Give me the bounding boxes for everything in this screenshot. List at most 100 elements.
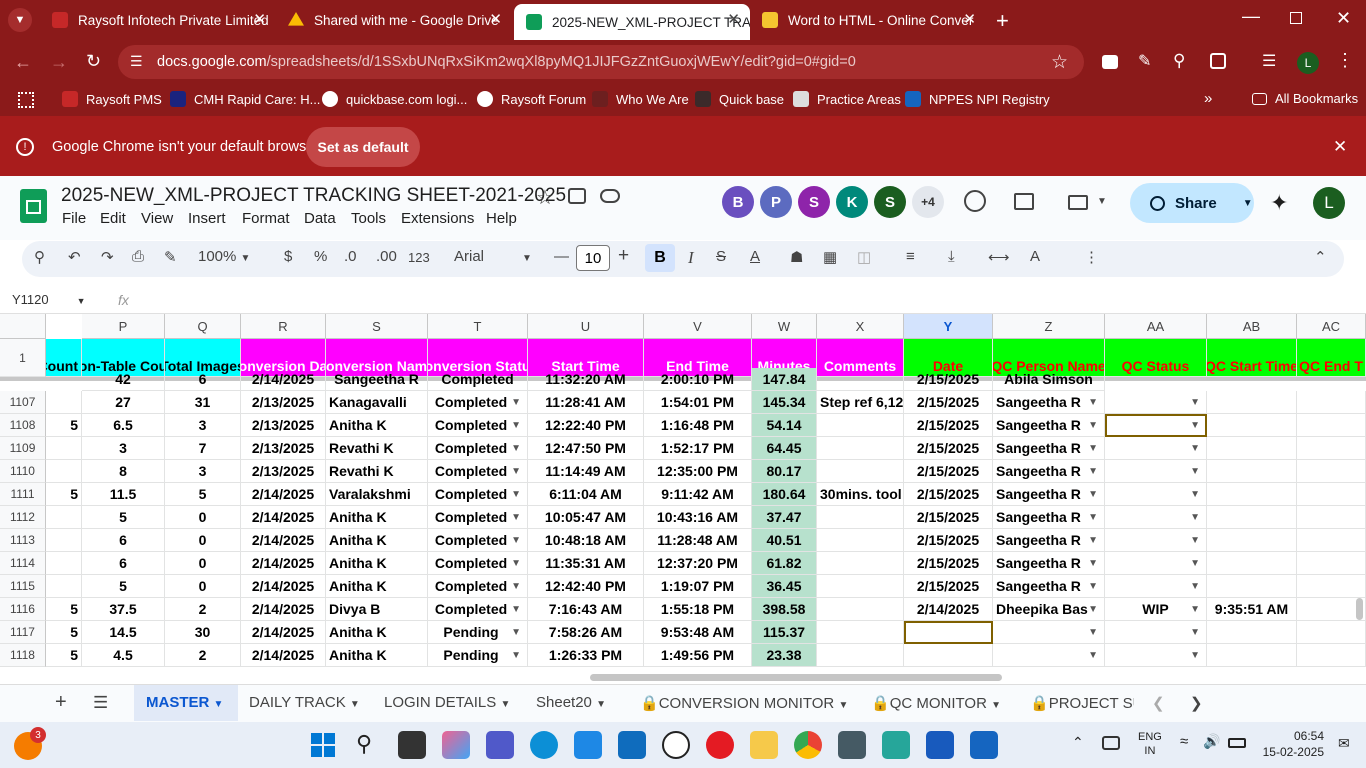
bookmark-quickbase-login[interactable]: quickbase.com logi... (322, 91, 467, 107)
table-cell[interactable] (817, 506, 904, 529)
table-cell[interactable]: Sangeetha R ▼ (993, 414, 1105, 437)
dropdown-chevron-icon[interactable]: ▼ (1088, 466, 1098, 477)
close-infobar-icon[interactable]: ✕ (1333, 137, 1347, 157)
show-hidden-icons[interactable]: ⌃ (1072, 734, 1084, 751)
sheet-tab-login-details[interactable]: LOGIN DETAILS ▼ (384, 694, 510, 711)
sheet-tab-sheet20[interactable]: Sheet20 ▼ (536, 694, 606, 711)
vertical-scrollbar[interactable] (1356, 598, 1363, 620)
table-cell[interactable]: 4.5 (82, 644, 165, 667)
table-cell[interactable]: 11:14:49 AM (528, 460, 644, 483)
table-cell[interactable]: Step ref 6,12 r (817, 391, 904, 414)
dropdown-chevron-icon[interactable]: ▼ (511, 466, 521, 477)
table-cell[interactable]: 7:58:26 AM (528, 621, 644, 644)
table-cell[interactable]: ▼ (1105, 460, 1207, 483)
table-cell[interactable] (817, 552, 904, 575)
table-cell[interactable]: 9:53:48 AM (644, 621, 752, 644)
table-cell[interactable]: 1:19:07 PM (644, 575, 752, 598)
browser-tab-raysoft[interactable]: Raysoft Infotech Private Limited ✕ (40, 4, 276, 36)
table-cell[interactable]: Varalakshmi (326, 483, 428, 506)
version-history-icon[interactable] (964, 190, 986, 212)
dropdown-chevron-icon[interactable]: ▼ (1190, 443, 1200, 454)
table-cell[interactable]: 2/13/2025 (241, 460, 326, 483)
table-cell[interactable]: ▼ (1105, 575, 1207, 598)
table-cell[interactable]: 11.5 (82, 483, 165, 506)
table-cell[interactable]: 2/15/2025 (904, 506, 993, 529)
table-cell[interactable] (1207, 621, 1297, 644)
row-header[interactable]: 1118 (0, 644, 46, 667)
table-cell[interactable]: Pending ▼ (428, 644, 528, 667)
menu-insert[interactable]: Insert (188, 210, 226, 227)
table-cell[interactable]: Completed ▼ (428, 529, 528, 552)
dropdown-chevron-icon[interactable]: ▼ (1190, 489, 1200, 500)
table-cell[interactable] (817, 529, 904, 552)
percent-format-button[interactable]: % (314, 248, 327, 265)
row-header[interactable]: 1108 (0, 414, 46, 437)
collaborator-avatar[interactable]: S (798, 186, 830, 218)
table-cell[interactable] (46, 506, 82, 529)
collaborator-avatar[interactable]: B (722, 186, 754, 218)
table-cell[interactable]: 14.5 (82, 621, 165, 644)
browser-tab-drive[interactable]: Shared with me - Google Drive ✕ (276, 4, 512, 36)
dropdown-chevron-icon[interactable]: ▼ (511, 512, 521, 523)
table-cell[interactable] (1297, 460, 1366, 483)
row-header[interactable]: 1111 (0, 483, 46, 506)
table-cell[interactable]: 2/13/2025 (241, 391, 326, 414)
dropdown-chevron-icon[interactable]: ▼ (1190, 512, 1200, 523)
table-cell[interactable]: 6.5 (82, 414, 165, 437)
table-cell[interactable]: ▼ (1105, 552, 1207, 575)
italic-icon[interactable]: I (688, 248, 694, 268)
table-cell[interactable] (1297, 575, 1366, 598)
table-cell[interactable]: Completed ▼ (428, 598, 528, 621)
table-cell[interactable]: 5 (46, 598, 82, 621)
number-format-button[interactable]: 123 (408, 250, 430, 265)
table-cell[interactable]: 2/15/2025 (904, 552, 993, 575)
menu-view[interactable]: View (141, 210, 173, 227)
row-header[interactable]: 1115 (0, 575, 46, 598)
table-cell[interactable]: 10:48:18 AM (528, 529, 644, 552)
table-cell[interactable] (1207, 437, 1297, 460)
merge-cells-icon[interactable]: ◫ (857, 248, 871, 266)
table-cell[interactable]: 3 (165, 460, 241, 483)
table-cell[interactable]: Completed ▼ (428, 460, 528, 483)
row-header[interactable]: 1109 (0, 437, 46, 460)
dropdown-chevron-icon[interactable]: ▼ (511, 489, 521, 500)
dropdown-chevron-icon[interactable]: ▼ (511, 581, 521, 592)
table-cell[interactable]: Completed ▼ (428, 552, 528, 575)
menu-format[interactable]: Format (242, 210, 290, 227)
table-cell[interactable]: 2/14/2025 (241, 529, 326, 552)
table-cell[interactable]: Sangeetha R ▼ (993, 529, 1105, 552)
table-cell[interactable] (1207, 506, 1297, 529)
table-cell[interactable]: 12:35:00 PM (644, 460, 752, 483)
table-cell[interactable]: ▼ (1105, 414, 1207, 437)
bookmark-raysoft-forum[interactable]: Raysoft Forum (477, 91, 586, 107)
table-cell[interactable]: Sangeetha R ▼ (993, 460, 1105, 483)
table-cell[interactable] (817, 621, 904, 644)
row-header[interactable]: 1117 (0, 621, 46, 644)
sheet-tab-qc-monitor[interactable]: 🔒QC MONITOR ▼ (871, 694, 1001, 712)
table-cell[interactable]: Anitha K (326, 552, 428, 575)
row-header[interactable]: 1116 (0, 598, 46, 621)
table-cell[interactable]: 1:16:48 PM (644, 414, 752, 437)
dropdown-chevron-icon[interactable]: ▼ (1088, 420, 1098, 431)
table-cell[interactable]: ▼ (1105, 437, 1207, 460)
table-cell[interactable]: 2/15/2025 (904, 437, 993, 460)
increase-font-size-icon[interactable]: + (618, 245, 629, 267)
extensions-puzzle-icon[interactable] (1210, 53, 1226, 69)
table-cell[interactable]: ▼ (1105, 529, 1207, 552)
table-cell[interactable]: 5 (82, 575, 165, 598)
table-cell[interactable]: 5 (46, 644, 82, 667)
app-icon[interactable] (838, 731, 866, 759)
bookmark-nppes[interactable]: NPPES NPI Registry (905, 91, 1050, 107)
table-cell[interactable] (817, 414, 904, 437)
table-cell[interactable]: Sangeetha R ▼ (993, 552, 1105, 575)
chrome-icon[interactable] (794, 731, 822, 759)
dropdown-chevron-icon[interactable]: ▼ (1190, 627, 1200, 638)
table-cell[interactable]: Sangeetha R ▼ (993, 391, 1105, 414)
table-cell[interactable]: 2 (165, 644, 241, 667)
table-cell[interactable]: 11:28:48 AM (644, 529, 752, 552)
word-icon[interactable] (926, 731, 954, 759)
dropdown-chevron-icon[interactable]: ▼ (511, 604, 521, 615)
table-cell[interactable]: 0 (165, 506, 241, 529)
maximize-button[interactable] (1290, 12, 1302, 24)
table-cell[interactable]: Sangeetha R ▼ (993, 575, 1105, 598)
